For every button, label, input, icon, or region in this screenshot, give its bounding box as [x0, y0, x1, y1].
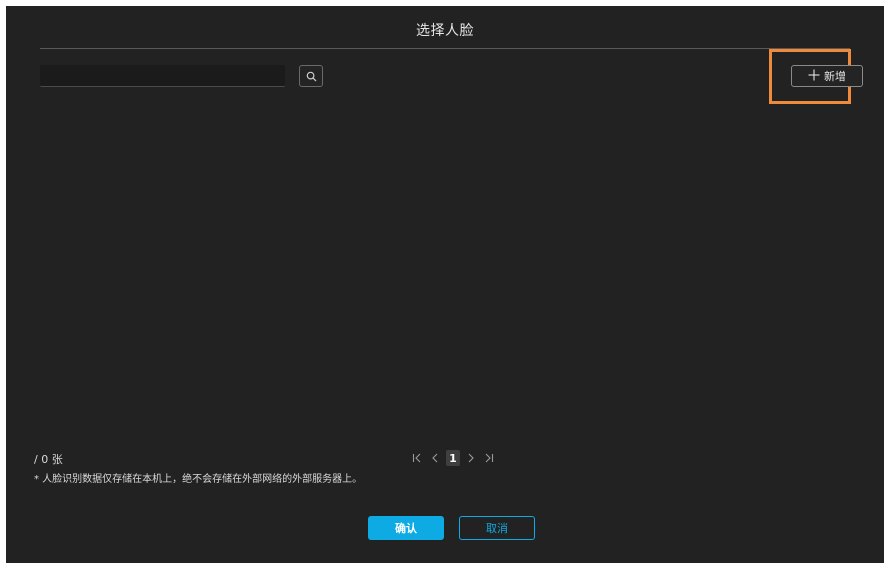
- face-count: / 0 张: [34, 453, 63, 466]
- add-face-label: 新增: [824, 70, 846, 83]
- search-input[interactable]: [40, 65, 285, 87]
- confirm-button[interactable]: 确认: [368, 516, 444, 540]
- last-page-icon[interactable]: [482, 450, 496, 466]
- pagination: 1: [410, 449, 496, 467]
- privacy-note: * 人脸识别数据仅存储在本机上，绝不会存储在外部网络的外部服务器上。: [34, 474, 363, 485]
- search-button[interactable]: [299, 65, 323, 87]
- select-face-dialog: 选择人脸 新增 / 0 张 * 人脸识别数据仅存储在本机上，绝不会存储在外部网络…: [6, 6, 884, 563]
- title-divider: [40, 48, 850, 49]
- prev-page-icon[interactable]: [428, 450, 442, 466]
- plus-icon: [808, 68, 820, 84]
- search-icon: [306, 67, 317, 86]
- cancel-button[interactable]: 取消: [459, 516, 535, 540]
- dialog-title: 选择人脸: [416, 23, 474, 39]
- page-number-current[interactable]: 1: [446, 450, 460, 466]
- first-page-icon[interactable]: [410, 450, 424, 466]
- next-page-icon[interactable]: [464, 450, 478, 466]
- add-face-button[interactable]: 新增: [791, 65, 863, 87]
